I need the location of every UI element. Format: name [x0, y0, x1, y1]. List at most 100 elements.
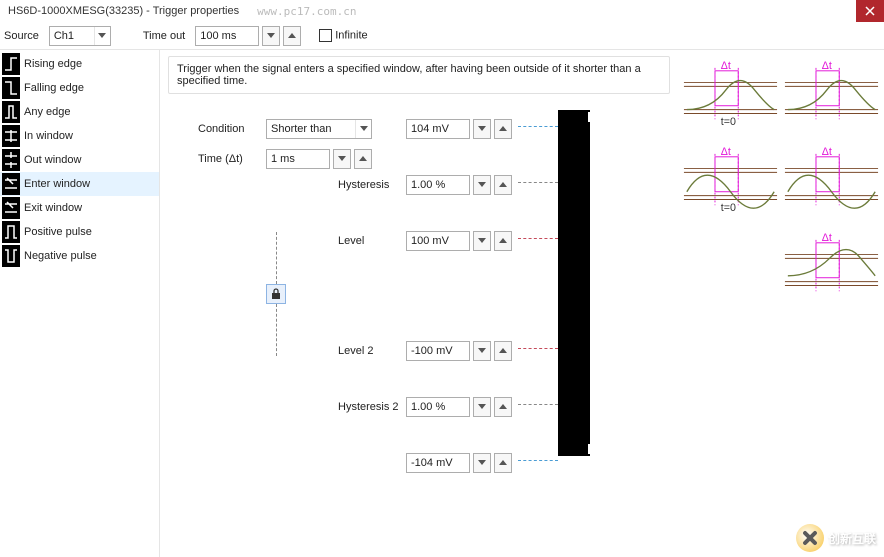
thumb-1[interactable]: Δt t=0	[682, 56, 779, 138]
thumb-4[interactable]: Δt	[783, 142, 880, 224]
svg-text:Δt: Δt	[822, 146, 832, 158]
footer-logo: 创新互联	[790, 521, 882, 555]
kind-label: Any edge	[24, 106, 70, 118]
dash-lower_limit	[518, 460, 558, 461]
infinite-checkbox[interactable]: Infinite	[319, 29, 367, 42]
properties-panel: Trigger when the signal enters a specifi…	[160, 50, 678, 557]
dash-level	[518, 238, 558, 239]
kind-label: Exit window	[24, 202, 82, 214]
checkbox-icon	[319, 29, 332, 42]
description-box: Trigger when the signal enters a specifi…	[168, 56, 670, 94]
source-combo[interactable]: Ch1	[49, 26, 111, 46]
thumb-6[interactable]: Δt	[783, 228, 880, 310]
kind-positive-pulse[interactable]: Positive pulse	[0, 220, 159, 244]
positive-pulse-icon	[2, 221, 20, 243]
param-level2: Level 2 -100 mV	[338, 338, 512, 364]
hysteresis-up[interactable]	[494, 175, 512, 195]
timeout-down[interactable]	[262, 26, 280, 46]
hysteresis-down[interactable]	[473, 175, 491, 195]
kind-negative-pulse[interactable]: Negative pulse	[0, 244, 159, 268]
kind-rising-edge[interactable]: Rising edge	[0, 52, 159, 76]
levels-lock-button[interactable]	[266, 284, 286, 304]
dash-hysteresis2	[518, 404, 558, 405]
param-label: Hysteresis 2	[338, 401, 406, 413]
kind-label: Positive pulse	[24, 226, 92, 238]
thumb-2[interactable]: Δt	[783, 56, 880, 138]
svg-text:Δt: Δt	[721, 60, 731, 72]
level-input[interactable]: 100 mV	[406, 231, 470, 251]
hysteresis2-input[interactable]: 1.00 %	[406, 397, 470, 417]
kind-label: Falling edge	[24, 82, 84, 94]
thumb-3[interactable]: Δt t=0	[682, 142, 779, 224]
kind-label: In window	[24, 130, 73, 142]
dash-hysteresis	[518, 182, 558, 183]
rising-edge-icon	[2, 53, 20, 75]
chevron-down-icon	[94, 27, 110, 45]
kind-enter-window[interactable]: Enter window	[0, 172, 159, 196]
preview-thumbnails: Δt t=0 Δt Δt t=0 Δt	[678, 50, 884, 557]
kind-label: Rising edge	[24, 58, 82, 70]
time-dt-input[interactable]: 1 ms	[266, 149, 330, 169]
logo-icon	[796, 524, 824, 552]
param-level: Level 100 mV	[338, 228, 512, 254]
condition-label: Condition	[198, 123, 266, 135]
kind-label: Enter window	[24, 178, 90, 190]
kind-label: Out window	[24, 154, 81, 166]
source-value: Ch1	[54, 30, 74, 42]
timeout-label: Time out	[143, 30, 185, 42]
param-hysteresis: Hysteresis 1.00 %	[338, 172, 512, 198]
param-label: Hysteresis	[338, 179, 406, 191]
source-label: Source	[4, 30, 39, 42]
window-title: HS6D-1000XMESG(33235) - Trigger properti…	[8, 5, 239, 17]
watermark: www.pc17.com.cn	[257, 5, 356, 18]
svg-text:Δt: Δt	[822, 60, 832, 72]
timeout-input[interactable]: 100 ms	[195, 26, 259, 46]
lower_limit-up[interactable]	[494, 453, 512, 473]
level-up[interactable]	[494, 231, 512, 251]
svg-text:t=0: t=0	[721, 116, 736, 128]
svg-text:Δt: Δt	[721, 146, 731, 158]
hysteresis2-up[interactable]	[494, 397, 512, 417]
condition-combo[interactable]: Shorter than	[266, 119, 372, 139]
param-lower_limit: -104 mV	[338, 450, 512, 476]
enter-window-icon	[2, 173, 20, 195]
time-dt-label: Time (Δt)	[198, 153, 266, 165]
chevron-down-icon	[355, 120, 371, 138]
level2-down[interactable]	[473, 341, 491, 361]
kind-out-window[interactable]: Out window	[0, 148, 159, 172]
any-edge-icon	[2, 101, 20, 123]
in-window-icon	[2, 125, 20, 147]
out-window-icon	[2, 149, 20, 171]
toolbar: Source Ch1 Time out 100 ms Infinite	[0, 22, 884, 50]
hysteresis-input[interactable]: 1.00 %	[406, 175, 470, 195]
lock-icon	[271, 288, 281, 300]
param-label: Level 2	[338, 345, 406, 357]
lower_limit-down[interactable]	[473, 453, 491, 473]
kind-in-window[interactable]: In window	[0, 124, 159, 148]
kind-label: Negative pulse	[24, 250, 97, 262]
timeout-up[interactable]	[283, 26, 301, 46]
level2-input[interactable]: -100 mV	[406, 341, 470, 361]
hysteresis2-down[interactable]	[473, 397, 491, 417]
level2-up[interactable]	[494, 341, 512, 361]
kind-any-edge[interactable]: Any edge	[0, 100, 159, 124]
lock-col	[266, 284, 286, 304]
time-dt-up[interactable]	[354, 149, 372, 169]
kind-falling-edge[interactable]: Falling edge	[0, 76, 159, 100]
exit-window-icon	[2, 197, 20, 219]
negative-pulse-icon	[2, 245, 20, 267]
close-icon	[865, 6, 875, 16]
time-dt-down[interactable]	[333, 149, 351, 169]
svg-text:t=0: t=0	[721, 202, 736, 214]
param-label: Level	[338, 235, 406, 247]
level-down[interactable]	[473, 231, 491, 251]
close-button[interactable]	[856, 0, 884, 22]
param-hysteresis2: Hysteresis 2 1.00 %	[338, 394, 512, 420]
falling-edge-icon	[2, 77, 20, 99]
svg-text:Δt: Δt	[822, 232, 832, 244]
lower_limit-input[interactable]: -104 mV	[406, 453, 470, 473]
dash-level2	[518, 348, 558, 349]
kind-exit-window[interactable]: Exit window	[0, 196, 159, 220]
titlebar: HS6D-1000XMESG(33235) - Trigger properti…	[0, 0, 884, 22]
trigger-kind-list: Rising edge Falling edge Any edge In window…	[0, 50, 160, 557]
